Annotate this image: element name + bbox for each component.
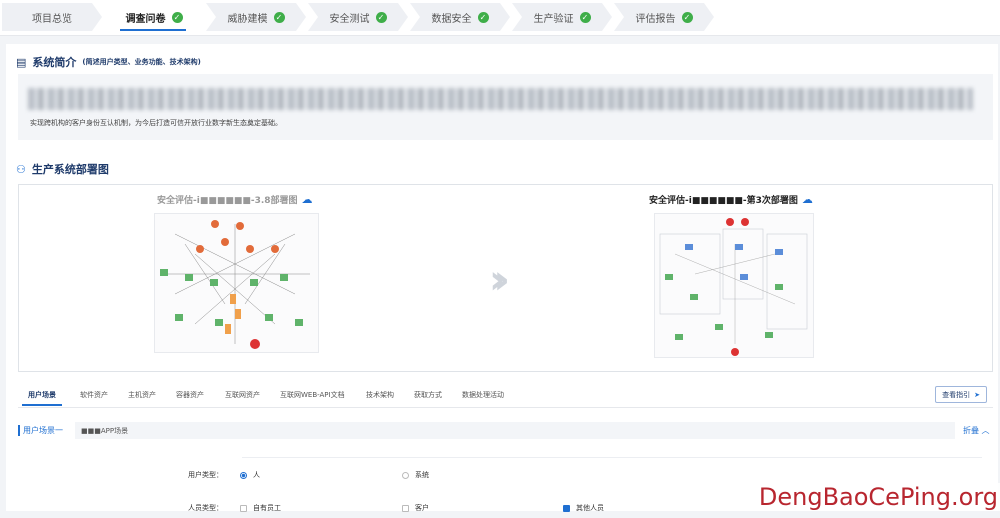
user-type-person-radio[interactable]: 人 [240, 470, 260, 480]
radio-checked-icon [240, 472, 247, 479]
cloud-download-icon[interactable]: ☁ [802, 193, 813, 206]
tab-acquisition[interactable]: 获取方式 [414, 390, 442, 400]
tab-host-assets[interactable]: 主机资产 [128, 390, 156, 400]
tab-tech-architecture[interactable]: 技术架构 [366, 390, 394, 400]
radio-icon [402, 472, 409, 479]
check-icon: ✓ [478, 12, 489, 23]
step-label: 调查问卷 [126, 10, 166, 25]
intro-text: 实现跨机构的客户身份互认机制，为今后打造可信开放行业数字新生态奠定基础。 [30, 118, 282, 128]
checkbox-icon [240, 505, 247, 512]
step-label: 威胁建模 [228, 10, 268, 25]
checkbox-icon [402, 505, 409, 512]
deploy-header: ⚇ 生产系统部署图 [16, 161, 109, 177]
step-report[interactable]: 评估报告 ✓ [614, 3, 714, 31]
user-type-row: 用户类型： 人 系统 [18, 465, 993, 485]
option-label: 其他人员 [576, 503, 604, 513]
send-icon: ➤ [974, 391, 980, 399]
person-type-label: 人员类型： [168, 503, 223, 513]
tab-internet-assets[interactable]: 互联网资产 [225, 390, 260, 400]
check-icon: ✓ [580, 12, 591, 23]
scene-label: 用户场景一 [18, 425, 73, 436]
left-diagram-title: 安全评估-i■■■■■■-3.8部署图 ☁ [157, 193, 313, 206]
intro-box: 实现跨机构的客户身份互认机制，为今后打造可信开放行业数字新生态奠定基础。 [18, 74, 993, 140]
content-card: ▤ 系统简介 (简述用户类型、业务功能、技术架构) 实现跨机构的客户身份互认机制… [6, 44, 998, 511]
check-icon: ✓ [274, 12, 285, 23]
cloud-download-icon[interactable]: ☁ [302, 193, 313, 206]
scene-name: ■■■APP场景 [75, 422, 955, 439]
checkbox-checked-icon [563, 505, 570, 512]
check-icon: ✓ [376, 12, 387, 23]
network-icon: ⚇ [16, 163, 26, 176]
left-diagram-title-text: 安全评估-i■■■■■■-3.8部署图 [157, 193, 298, 206]
person-type-other-checkbox[interactable]: 其他人员 [563, 503, 604, 513]
option-label: 系统 [415, 470, 429, 480]
redacted-text [28, 88, 973, 110]
step-threat-modeling[interactable]: 威胁建模 ✓ [206, 3, 306, 31]
check-icon: ✓ [172, 12, 183, 23]
left-deploy-diagram[interactable] [154, 213, 319, 353]
person-type-employee-checkbox[interactable]: 自有员工 [240, 503, 281, 513]
step-overview[interactable]: 项目总览 [2, 3, 102, 31]
step-label: 数据安全 [432, 10, 472, 25]
tab-container-assets[interactable]: 容器资产 [176, 390, 204, 400]
option-label: 客户 [415, 503, 429, 513]
step-label: 生产验证 [534, 10, 574, 25]
divider [242, 457, 982, 458]
collapse-label: 折叠 [963, 426, 979, 435]
step-label: 项目总览 [32, 10, 72, 25]
step-questionnaire[interactable]: 调查问卷 ✓ [104, 3, 204, 31]
tab-user-scenario[interactable]: 用户场景 [28, 390, 56, 400]
scene-bar: 用户场景一 ■■■APP场景 折叠 ︿ [18, 422, 993, 439]
watermark: DengBaoCePing.org [757, 483, 1000, 511]
right-diagram-title: 安全评估-i■■■■■■-第3次部署图 ☁ [649, 193, 813, 206]
arrow-right-icon: ›› [489, 257, 498, 303]
person-type-customer-checkbox[interactable]: 客户 [402, 503, 429, 513]
user-type-system-radio[interactable]: 系统 [402, 470, 429, 480]
option-label: 人 [253, 470, 260, 480]
tab-data-processing[interactable]: 数据处理活动 [462, 390, 504, 400]
progress-steps: 项目总览 调查问卷 ✓ 威胁建模 ✓ 安全测试 ✓ 数据安全 ✓ 生产验证 ✓ 评估报告 ✓ [0, 0, 1000, 36]
intro-subtitle: (简述用户类型、业务功能、技术架构) [82, 57, 200, 67]
collapse-button[interactable]: 折叠 ︿ [963, 425, 990, 436]
step-data-security[interactable]: 数据安全 ✓ [410, 3, 510, 31]
step-label: 安全测试 [330, 10, 370, 25]
option-label: 自有员工 [253, 503, 281, 513]
right-deploy-diagram[interactable] [654, 213, 814, 358]
user-type-label: 用户类型： [168, 470, 223, 480]
asset-tabs: 用户场景 软件资产 主机资产 容器资产 互联网资产 互联网WEB-API文档 技… [18, 384, 993, 408]
deploy-panel: 安全评估-i■■■■■■-3.8部署图 ☁ ›› 安全评估-i■■■■■■-第3… [18, 184, 993, 372]
document-icon: ▤ [16, 56, 26, 69]
deploy-title: 生产系统部署图 [32, 161, 109, 177]
check-icon: ✓ [682, 12, 693, 23]
tab-web-api-docs[interactable]: 互联网WEB-API文档 [280, 390, 345, 400]
guide-label: 查看指引 [942, 390, 970, 400]
intro-title: 系统简介 [32, 54, 76, 70]
step-label: 评估报告 [636, 10, 676, 25]
intro-header: ▤ 系统简介 (简述用户类型、业务功能、技术架构) [16, 54, 201, 70]
step-security-test[interactable]: 安全测试 ✓ [308, 3, 408, 31]
step-production-verify[interactable]: 生产验证 ✓ [512, 3, 612, 31]
right-diagram-title-text: 安全评估-i■■■■■■-第3次部署图 [649, 193, 798, 206]
view-guide-button[interactable]: 查看指引 ➤ [935, 386, 987, 403]
tab-software-assets[interactable]: 软件资产 [80, 390, 108, 400]
